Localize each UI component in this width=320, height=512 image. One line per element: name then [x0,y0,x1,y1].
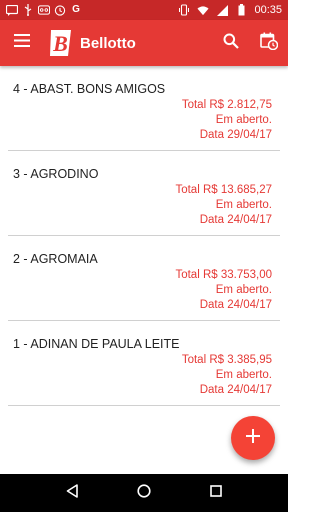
nav-recents-button[interactable] [201,478,231,508]
order-meta: Total R$ 3.385,95 Em aberto. Data 24/04/… [182,353,272,398]
order-meta: Total R$ 2.812,75 Em aberto. Data 29/04/… [182,98,272,143]
order-meta: Total R$ 13.685,27 Em aberto. Data 24/04… [175,183,272,228]
add-order-button[interactable] [231,416,275,460]
status-bar: G 00:35 [0,0,288,20]
recents-square-icon [210,484,222,502]
status-right-icons: 00:35 [178,4,282,16]
order-status: Em aberto. [215,199,272,211]
app-logo: B [48,28,74,58]
order-date: Data 24/04/17 [199,214,272,226]
schedule-button[interactable] [250,20,288,66]
order-total: Total R$ 13.685,27 [175,184,272,196]
order-total: Total R$ 3.385,95 [181,354,272,366]
status-time: 00:35 [254,4,282,16]
plus-icon [246,428,260,448]
usb-icon [22,4,34,16]
order-list: 4 - ABAST. BONS AMIGOS Total R$ 2.812,75… [0,66,288,474]
order-total: Total R$ 33.753,00 [175,269,272,281]
calendar-clock-icon [260,32,279,55]
order-date: Data 24/04/17 [199,384,272,396]
back-triangle-icon [66,483,78,503]
wifi-icon [197,4,210,16]
order-total: Total R$ 2.812,75 [181,99,272,111]
order-client-name: 2 - AGROMAIA [13,252,98,266]
order-client-name: 3 - AGRODINO [13,167,99,181]
sms-icon [6,4,18,16]
nav-home-button[interactable] [129,478,159,508]
order-status: Em aberto. [215,369,272,381]
list-item[interactable]: 1 - ADINAN DE PAULA LEITE Total R$ 3.385… [8,321,280,406]
screen: G 00:35 B Bellotto 4 - ABAST. BONS AMIGO… [0,0,288,512]
menu-button[interactable] [0,20,44,66]
search-button[interactable] [212,20,250,66]
clock-icon [54,4,66,16]
app-title: Bellotto [80,34,136,52]
menu-icon [14,34,30,52]
nav-back-button[interactable] [57,478,87,508]
list-item[interactable]: 2 - AGROMAIA Total R$ 33.753,00 Em abert… [8,236,280,321]
voicemail-icon [38,4,50,16]
logo-letter: B [52,31,68,56]
list-item[interactable]: 4 - ABAST. BONS AMIGOS Total R$ 2.812,75… [8,66,280,151]
search-icon [223,33,239,54]
status-left-icons: G [6,4,82,16]
signal-icon [216,4,228,16]
system-nav-bar [0,474,288,512]
order-date: Data 29/04/17 [199,129,272,141]
app-bar: B Bellotto [0,20,288,66]
order-client-name: 4 - ABAST. BONS AMIGOS [13,82,166,96]
home-circle-icon [137,483,151,503]
order-status: Em aberto. [215,114,272,126]
order-date: Data 24/04/17 [199,299,272,311]
g-icon: G [72,4,80,15]
vibrate-icon [178,4,190,16]
list-item[interactable]: 3 - AGRODINO Total R$ 13.685,27 Em abert… [8,151,280,236]
battery-icon [235,4,247,16]
order-client-name: 1 - ADINAN DE PAULA LEITE [13,337,180,351]
order-meta: Total R$ 33.753,00 Em aberto. Data 24/04… [175,268,272,313]
app-bar-actions [212,20,288,66]
order-status: Em aberto. [215,284,272,296]
